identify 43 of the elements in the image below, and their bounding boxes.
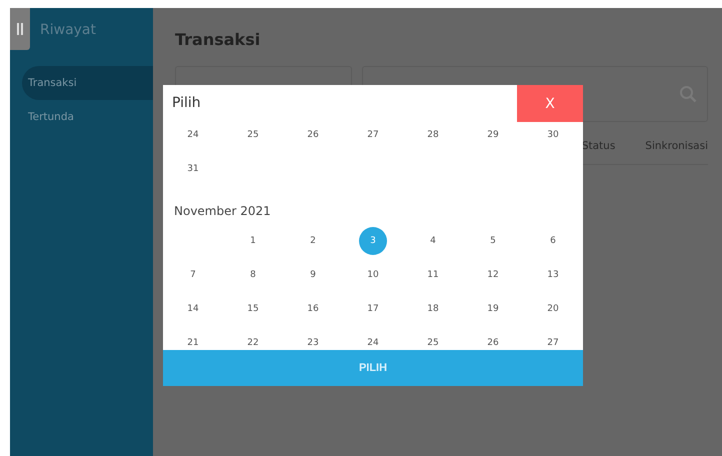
calendar-day[interactable]: 26 (299, 121, 327, 149)
calendar-day[interactable]: 15 (239, 295, 267, 323)
calendar-day[interactable]: 22 (239, 329, 267, 350)
calendar-day[interactable]: 11 (419, 261, 447, 289)
calendar-day[interactable]: 12 (479, 261, 507, 289)
calendar-day[interactable]: 26 (479, 329, 507, 350)
calendar-day[interactable]: 24 (359, 329, 387, 350)
calendar-day[interactable]: 9 (299, 261, 327, 289)
calendar-day[interactable]: 10 (359, 261, 387, 289)
bars-icon (17, 23, 23, 35)
calendar-day[interactable]: 5 (479, 227, 507, 255)
calendar-day[interactable]: 1 (239, 227, 267, 255)
calendar-day[interactable]: 28 (419, 121, 447, 149)
calendar-day[interactable]: 27 (539, 329, 567, 350)
sidebar-title: Riwayat (40, 22, 96, 38)
dialog-title: Pilih (171, 94, 201, 113)
calendar-day[interactable]: 27 (359, 121, 387, 149)
calendar-day[interactable]: 20 (539, 295, 567, 323)
calendar-day[interactable]: 30 (539, 121, 567, 149)
calendar-day[interactable]: 4 (419, 227, 447, 255)
calendar-day[interactable]: 8 (239, 261, 267, 289)
calendar-day[interactable]: 2 (299, 227, 327, 255)
calendar-day[interactable]: 18 (419, 295, 447, 323)
calendar-day[interactable]: 7 (179, 261, 207, 289)
sidebar-item[interactable]: Transaksi (22, 66, 153, 100)
calendar-day[interactable]: 14 (179, 295, 207, 323)
page-title: Transaksi (175, 30, 262, 49)
calendar-day[interactable]: 24 (179, 121, 207, 149)
calendar-day[interactable]: 25 (239, 121, 267, 149)
calendar-day[interactable]: 17 (359, 295, 387, 323)
month-label: November 2021 (173, 203, 272, 220)
column-header: Status (582, 140, 616, 152)
calendar-day[interactable]: 16 (299, 295, 327, 323)
calendar-day[interactable]: 23 (299, 329, 327, 350)
sidebar-toggle[interactable] (10, 8, 30, 50)
calendar-day[interactable]: 21 (179, 329, 207, 350)
calendar-day[interactable]: 25 (419, 329, 447, 350)
calendar-day[interactable]: 29 (479, 121, 507, 149)
calendar-day[interactable]: 13 (539, 261, 567, 289)
column-header: Sinkronisasi (645, 140, 708, 152)
calendar-day[interactable]: 31 (179, 155, 207, 183)
calendar-day[interactable]: 19 (479, 295, 507, 323)
calendar-day[interactable]: 6 (539, 227, 567, 255)
